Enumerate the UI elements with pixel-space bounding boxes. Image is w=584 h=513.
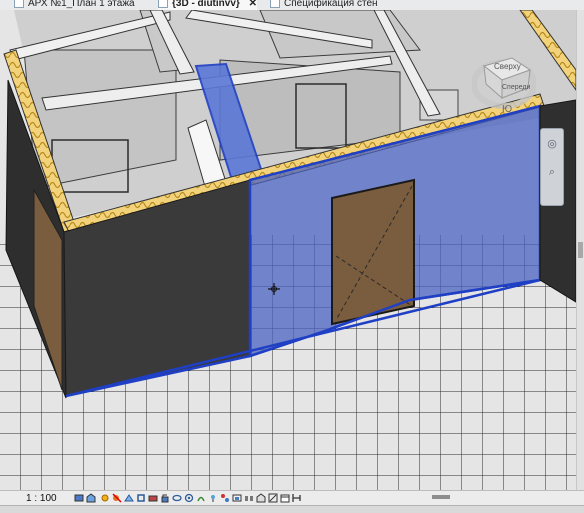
viewcube-compass[interactable]: Ю [502,104,512,115]
hide-crop-icon[interactable] [268,493,278,503]
sun-path-icon[interactable] [100,493,110,503]
temporary-properties-icon[interactable] [196,493,206,503]
detail-level-icon[interactable] [74,493,84,503]
render-icon[interactable] [124,493,134,503]
horizontal-scrollbar-thumb[interactable] [432,495,450,499]
analytical-model-icon[interactable] [220,493,230,503]
view-scale[interactable]: 1 : 100 [26,493,57,505]
temporary-hide-icon[interactable] [172,493,182,503]
tab-floor-plan[interactable]: АРХ №1_План 1 этажа [14,0,135,10]
tab-label-floor-plan: АРХ №1_План 1 этажа [28,0,135,9]
highlight-displacement-icon[interactable] [232,493,242,503]
tab-label-wall-schedule: Спецификация стен [284,0,378,9]
crop-region-icon[interactable] [148,493,158,503]
tab-3d-view[interactable]: {3D - diutinvv} ✕ [158,0,257,10]
view-tab-bar: АРХ №1_План 1 этажа {3D - diutinvv} ✕ Сп… [0,0,584,10]
viewcube-face-front[interactable]: Спереди [502,84,530,91]
3d-view-icon [158,0,168,9]
worksharing-icon[interactable] [208,493,218,503]
viewcube[interactable]: Сверху Спереди Ю [472,52,536,116]
tab-wall-schedule[interactable]: Спецификация стен [270,0,378,10]
section-box-icon[interactable] [256,493,266,503]
visual-style-icon[interactable] [86,493,96,503]
unlocked-view-icon[interactable] [160,493,170,503]
reveal-hidden-icon[interactable] [184,493,194,503]
crop-view-icon[interactable] [136,493,146,503]
schedule-icon [270,0,280,9]
floor-plan-icon [14,0,24,9]
show-constraints-icon[interactable] [244,493,254,503]
vertical-scrollbar[interactable] [576,10,584,490]
3d-viewport[interactable]: Сверху Спереди Ю [0,10,576,490]
tab-label-3d-view: {3D - diutinvv} [172,0,240,9]
temporary-view-template-icon[interactable] [280,493,290,503]
close-icon[interactable]: ✕ [249,0,257,9]
vertical-scrollbar-thumb[interactable] [578,242,583,258]
steering-wheel-icon[interactable]: ◎ [545,137,559,151]
zoom-icon[interactable]: ⌕ [545,165,559,179]
navigation-bar: ◎ ⌕ [540,128,564,206]
reveal-constraints-icon[interactable] [292,493,302,503]
shadows-icon[interactable] [112,493,122,503]
viewcube-face-top[interactable]: Сверху [494,62,521,71]
